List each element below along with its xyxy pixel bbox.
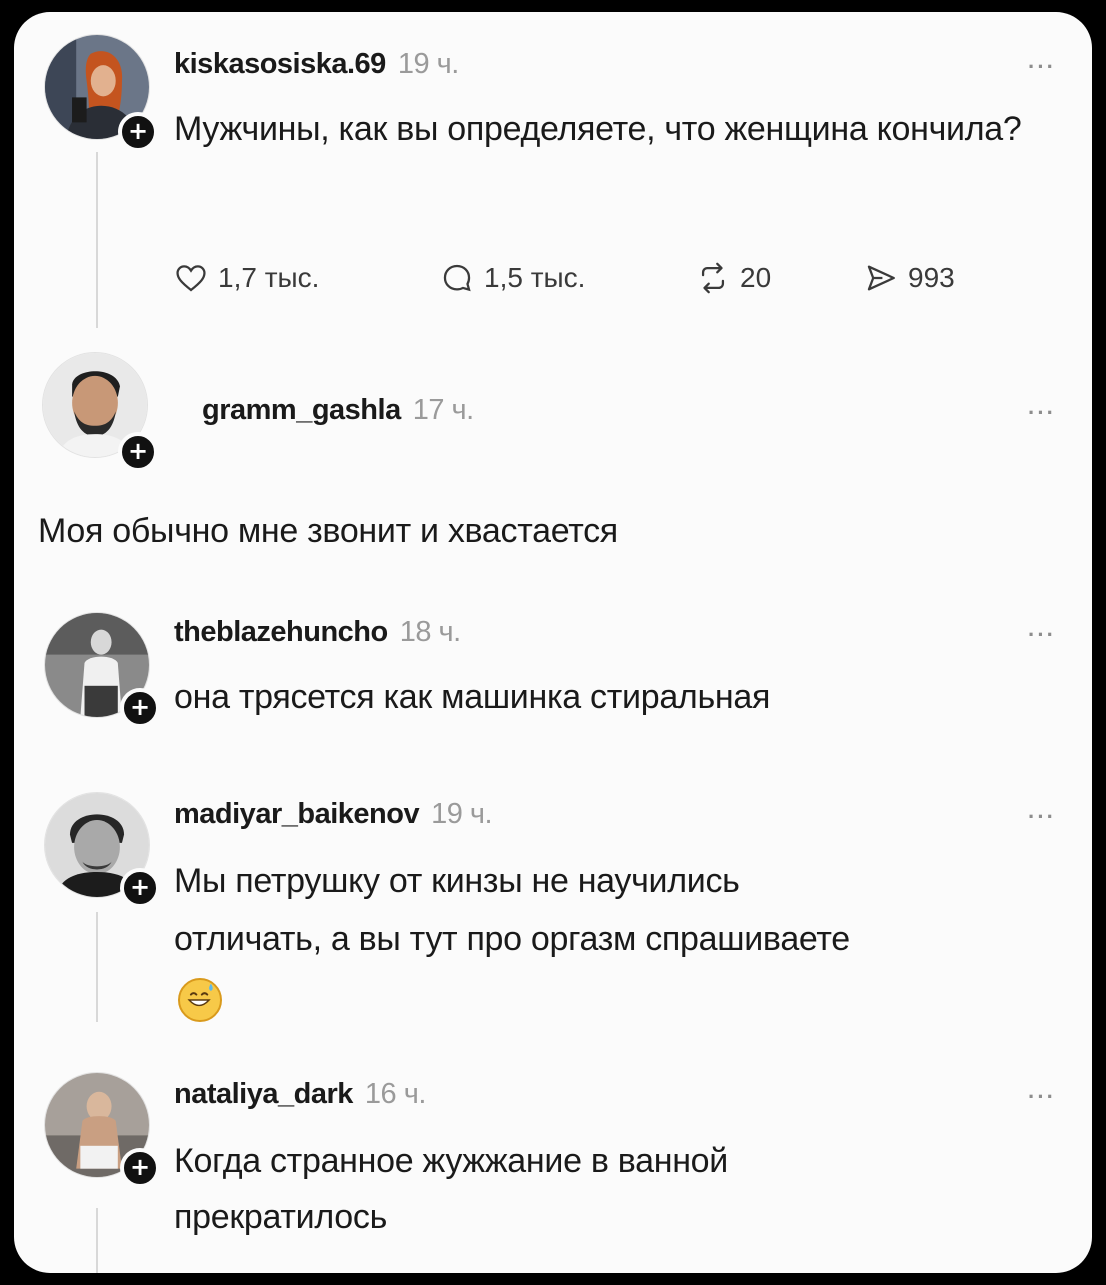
thread-connector-line bbox=[96, 152, 98, 328]
reply-timestamp: 19 ч. bbox=[431, 798, 493, 830]
reply-timestamp: 17 ч. bbox=[412, 394, 474, 426]
comment-count: 1,5 тыс. bbox=[484, 262, 586, 293]
repost-count: 20 bbox=[740, 262, 772, 293]
share-button[interactable]: 993 bbox=[864, 258, 955, 298]
repost-button[interactable]: 20 bbox=[696, 258, 771, 298]
share-icon bbox=[867, 265, 895, 291]
post-author[interactable]: kiskasosiska.69 19 ч. bbox=[174, 48, 459, 81]
follow-button[interactable]: + bbox=[120, 688, 160, 728]
reply-text-line: прекратилось bbox=[174, 1198, 387, 1236]
post-more-options-icon[interactable]: ··· bbox=[1028, 54, 1056, 80]
follow-button[interactable]: + bbox=[118, 112, 158, 152]
reply-timestamp: 18 ч. bbox=[399, 616, 461, 648]
share-count: 993 bbox=[908, 262, 955, 293]
reply-more-options-icon[interactable]: ··· bbox=[1028, 622, 1056, 648]
thread-connector-line bbox=[96, 912, 98, 1022]
follow-button[interactable]: + bbox=[118, 432, 158, 472]
reply-more-options-icon[interactable]: ··· bbox=[1028, 804, 1056, 830]
heart-icon bbox=[176, 265, 206, 292]
reply-text-line: отличать, а вы тут про оргазм спрашивает… bbox=[174, 920, 850, 958]
like-count: 1,7 тыс. bbox=[218, 262, 320, 293]
post-username[interactable]: kiskasosiska.69 bbox=[174, 48, 386, 80]
reply-more-options-icon[interactable]: ··· bbox=[1028, 400, 1056, 426]
reply-author[interactable]: madiyar_baikenov 19 ч. bbox=[174, 798, 493, 831]
reply-author[interactable]: nataliya_dark 16 ч. bbox=[174, 1078, 426, 1111]
grinning-face-with-sweat-icon bbox=[178, 978, 222, 1022]
reply-username[interactable]: theblazehuncho bbox=[174, 616, 388, 648]
thread-card: + kiskasosiska.69 19 ч. ··· Мужчины, как … bbox=[14, 12, 1092, 1273]
reply-author[interactable]: gramm_gashla 17 ч. bbox=[202, 394, 474, 427]
reply-text: она трясется как машинка стиральная bbox=[174, 678, 771, 716]
reply-username[interactable]: madiyar_baikenov bbox=[174, 798, 420, 830]
follow-button[interactable]: + bbox=[120, 1148, 160, 1188]
reply-author[interactable]: theblazehuncho 18 ч. bbox=[174, 616, 461, 649]
reply-more-options-icon[interactable]: ··· bbox=[1028, 1084, 1056, 1110]
follow-button[interactable]: + bbox=[120, 868, 160, 908]
thread-connector-line bbox=[96, 1208, 98, 1273]
reply-username[interactable]: gramm_gashla bbox=[202, 394, 401, 426]
comment-icon bbox=[443, 264, 471, 292]
post-timestamp: 19 ч. bbox=[397, 48, 459, 80]
reply-timestamp: 16 ч. bbox=[364, 1078, 426, 1110]
comment-button[interactable]: 1,5 тыс. bbox=[440, 258, 585, 298]
like-button[interactable]: 1,7 тыс. bbox=[174, 258, 319, 298]
repost-icon bbox=[701, 262, 725, 294]
reply-username[interactable]: nataliya_dark bbox=[174, 1078, 353, 1110]
reply-text-line: Мы петрушку от кинзы не научились bbox=[174, 862, 740, 900]
emoji-face bbox=[187, 983, 213, 1007]
reply-text-line: Когда странное жужжание в ванной bbox=[174, 1142, 728, 1180]
reply-text: Моя обычно мне звонит и хвастается bbox=[38, 512, 618, 550]
post-text: Мужчины, как вы определяете, что женщина… bbox=[174, 110, 1022, 148]
